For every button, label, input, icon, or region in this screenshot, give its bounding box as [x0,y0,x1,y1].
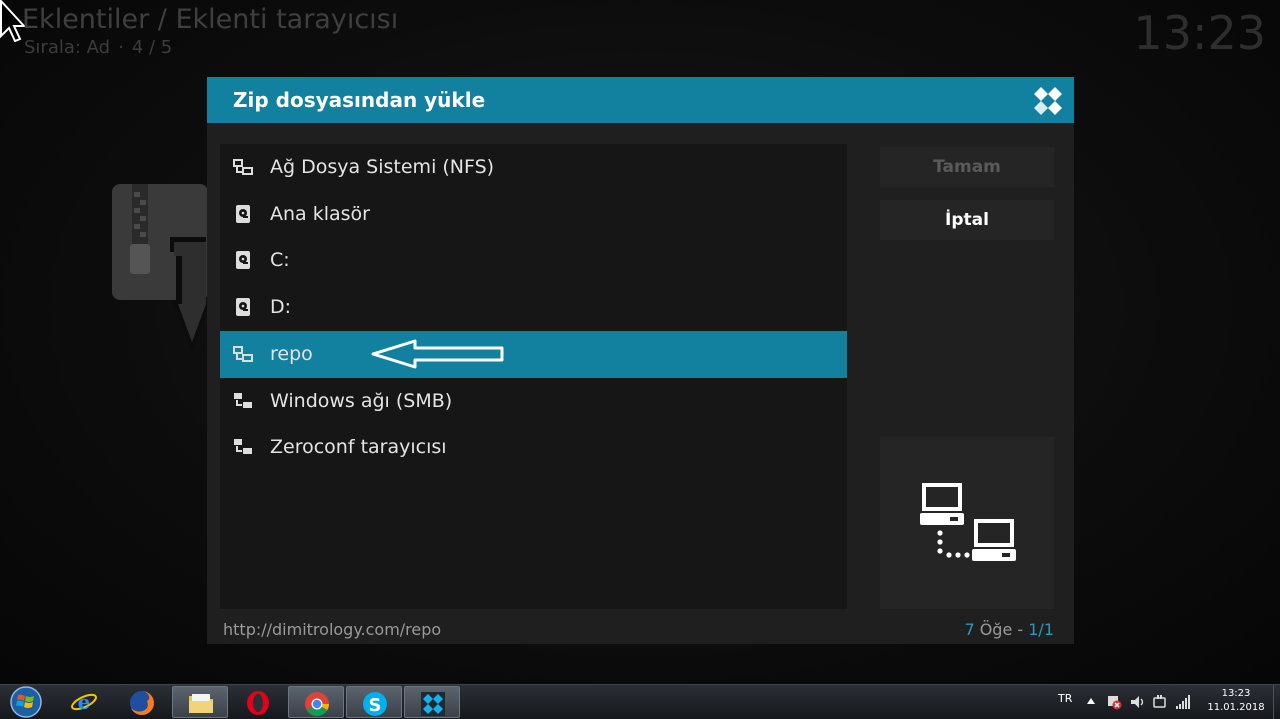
sort-separator: · [118,37,124,58]
show-hidden-icons-icon[interactable] [1086,694,1096,708]
position-indicator: 4 / 5 [131,37,173,58]
page-indicator: 1/1 [1028,620,1054,639]
taskbar-kodi[interactable] [404,686,460,718]
action-center-icon[interactable] [1106,694,1122,710]
internet-explorer-icon: e [71,690,97,714]
taskbar-firefox[interactable] [114,686,170,718]
network-computers-icon [920,483,1016,561]
taskbar-skype[interactable]: S [346,686,402,718]
list-item-smb[interactable]: Windows ağı (SMB) [220,378,847,425]
show-desktop-button[interactable] [1273,685,1280,719]
windows-taskbar: e S TR 13:23 11.01.2018 [0,684,1280,719]
list-item-zeroconf[interactable]: Zeroconf tarayıcısı [220,424,847,471]
ok-button[interactable]: Tamam [880,147,1054,187]
cancel-button[interactable]: İptal [880,200,1054,240]
taskbar-internet-explorer[interactable]: e [56,686,112,718]
start-button[interactable] [6,685,46,719]
language-indicator[interactable]: TR [1058,692,1072,705]
list-item-label: Zeroconf tarayıcısı [270,436,447,458]
sort-label: Sırala: Ad [24,37,111,58]
list-item-label: Ana klasör [270,203,370,225]
system-date: 11.01.2018 [1207,702,1265,713]
svg-text:e: e [78,690,91,714]
clock: 13:23 [1133,6,1266,60]
item-count-number: 7 [964,620,975,639]
power-icon[interactable] [1152,694,1168,710]
skype-icon: S [363,692,387,716]
install-from-zip-dialog: Zip dosyasından yükle Ağ Dosya Sistemi (… [207,77,1074,644]
sort-info: Sırala: Ad · 4 / 5 [24,37,172,58]
system-time: 13:23 [1221,688,1251,699]
item-count: 7 Öğe - 1/1 [964,620,1054,639]
dialog-header: Zip dosyasından yükle [207,77,1074,123]
chrome-icon [305,692,329,717]
hard-drive-icon [236,205,250,223]
hard-drive-icon [236,251,250,269]
list-item-home-folder[interactable]: Ana klasör [220,191,847,238]
kodi-logo-icon [1034,87,1062,115]
list-item-nfs[interactable]: Ağ Dosya Sistemi (NFS) [220,144,847,191]
system-clock[interactable]: 13:23 11.01.2018 [1200,687,1272,715]
dialog-title: Zip dosyasından yükle [233,88,486,112]
preview-panel [880,437,1054,609]
list-item-drive-d[interactable]: D: [220,284,847,331]
folder-icon [189,694,213,713]
item-count-label: Öğe - [974,620,1029,639]
list-item-label: C: [270,249,290,271]
list-item-drive-c[interactable]: C: [220,237,847,284]
list-item-label: D: [270,296,292,318]
list-item-label: Windows ağı (SMB) [270,390,453,412]
source-list: Ağ Dosya Sistemi (NFS) Ana klasör C: D: … [220,144,847,609]
taskbar-opera[interactable] [230,686,286,718]
current-path: http://dimitrology.com/repo [223,620,442,639]
list-item-repo[interactable]: repo [220,331,847,378]
page-title: Eklentiler / Eklenti tarayıcısı [22,4,399,35]
network-icon [234,393,252,408]
list-item-label: repo [270,343,313,365]
zip-install-icon [112,184,210,350]
arrow-annotation-icon [371,339,504,369]
opera-icon [247,691,269,715]
svg-text:S: S [369,695,382,716]
kodi-icon [421,692,445,716]
firefox-icon [130,691,154,715]
network-icon [234,439,252,454]
taskbar-chrome[interactable] [288,686,344,718]
hard-drive-icon [236,298,250,316]
network-signal-icon[interactable] [1175,694,1191,710]
list-item-label: Ağ Dosya Sistemi (NFS) [270,156,495,178]
taskbar-file-explorer[interactable] [172,686,228,718]
volume-icon[interactable] [1130,694,1146,710]
network-share-icon [233,159,253,175]
network-share-icon [233,346,253,362]
